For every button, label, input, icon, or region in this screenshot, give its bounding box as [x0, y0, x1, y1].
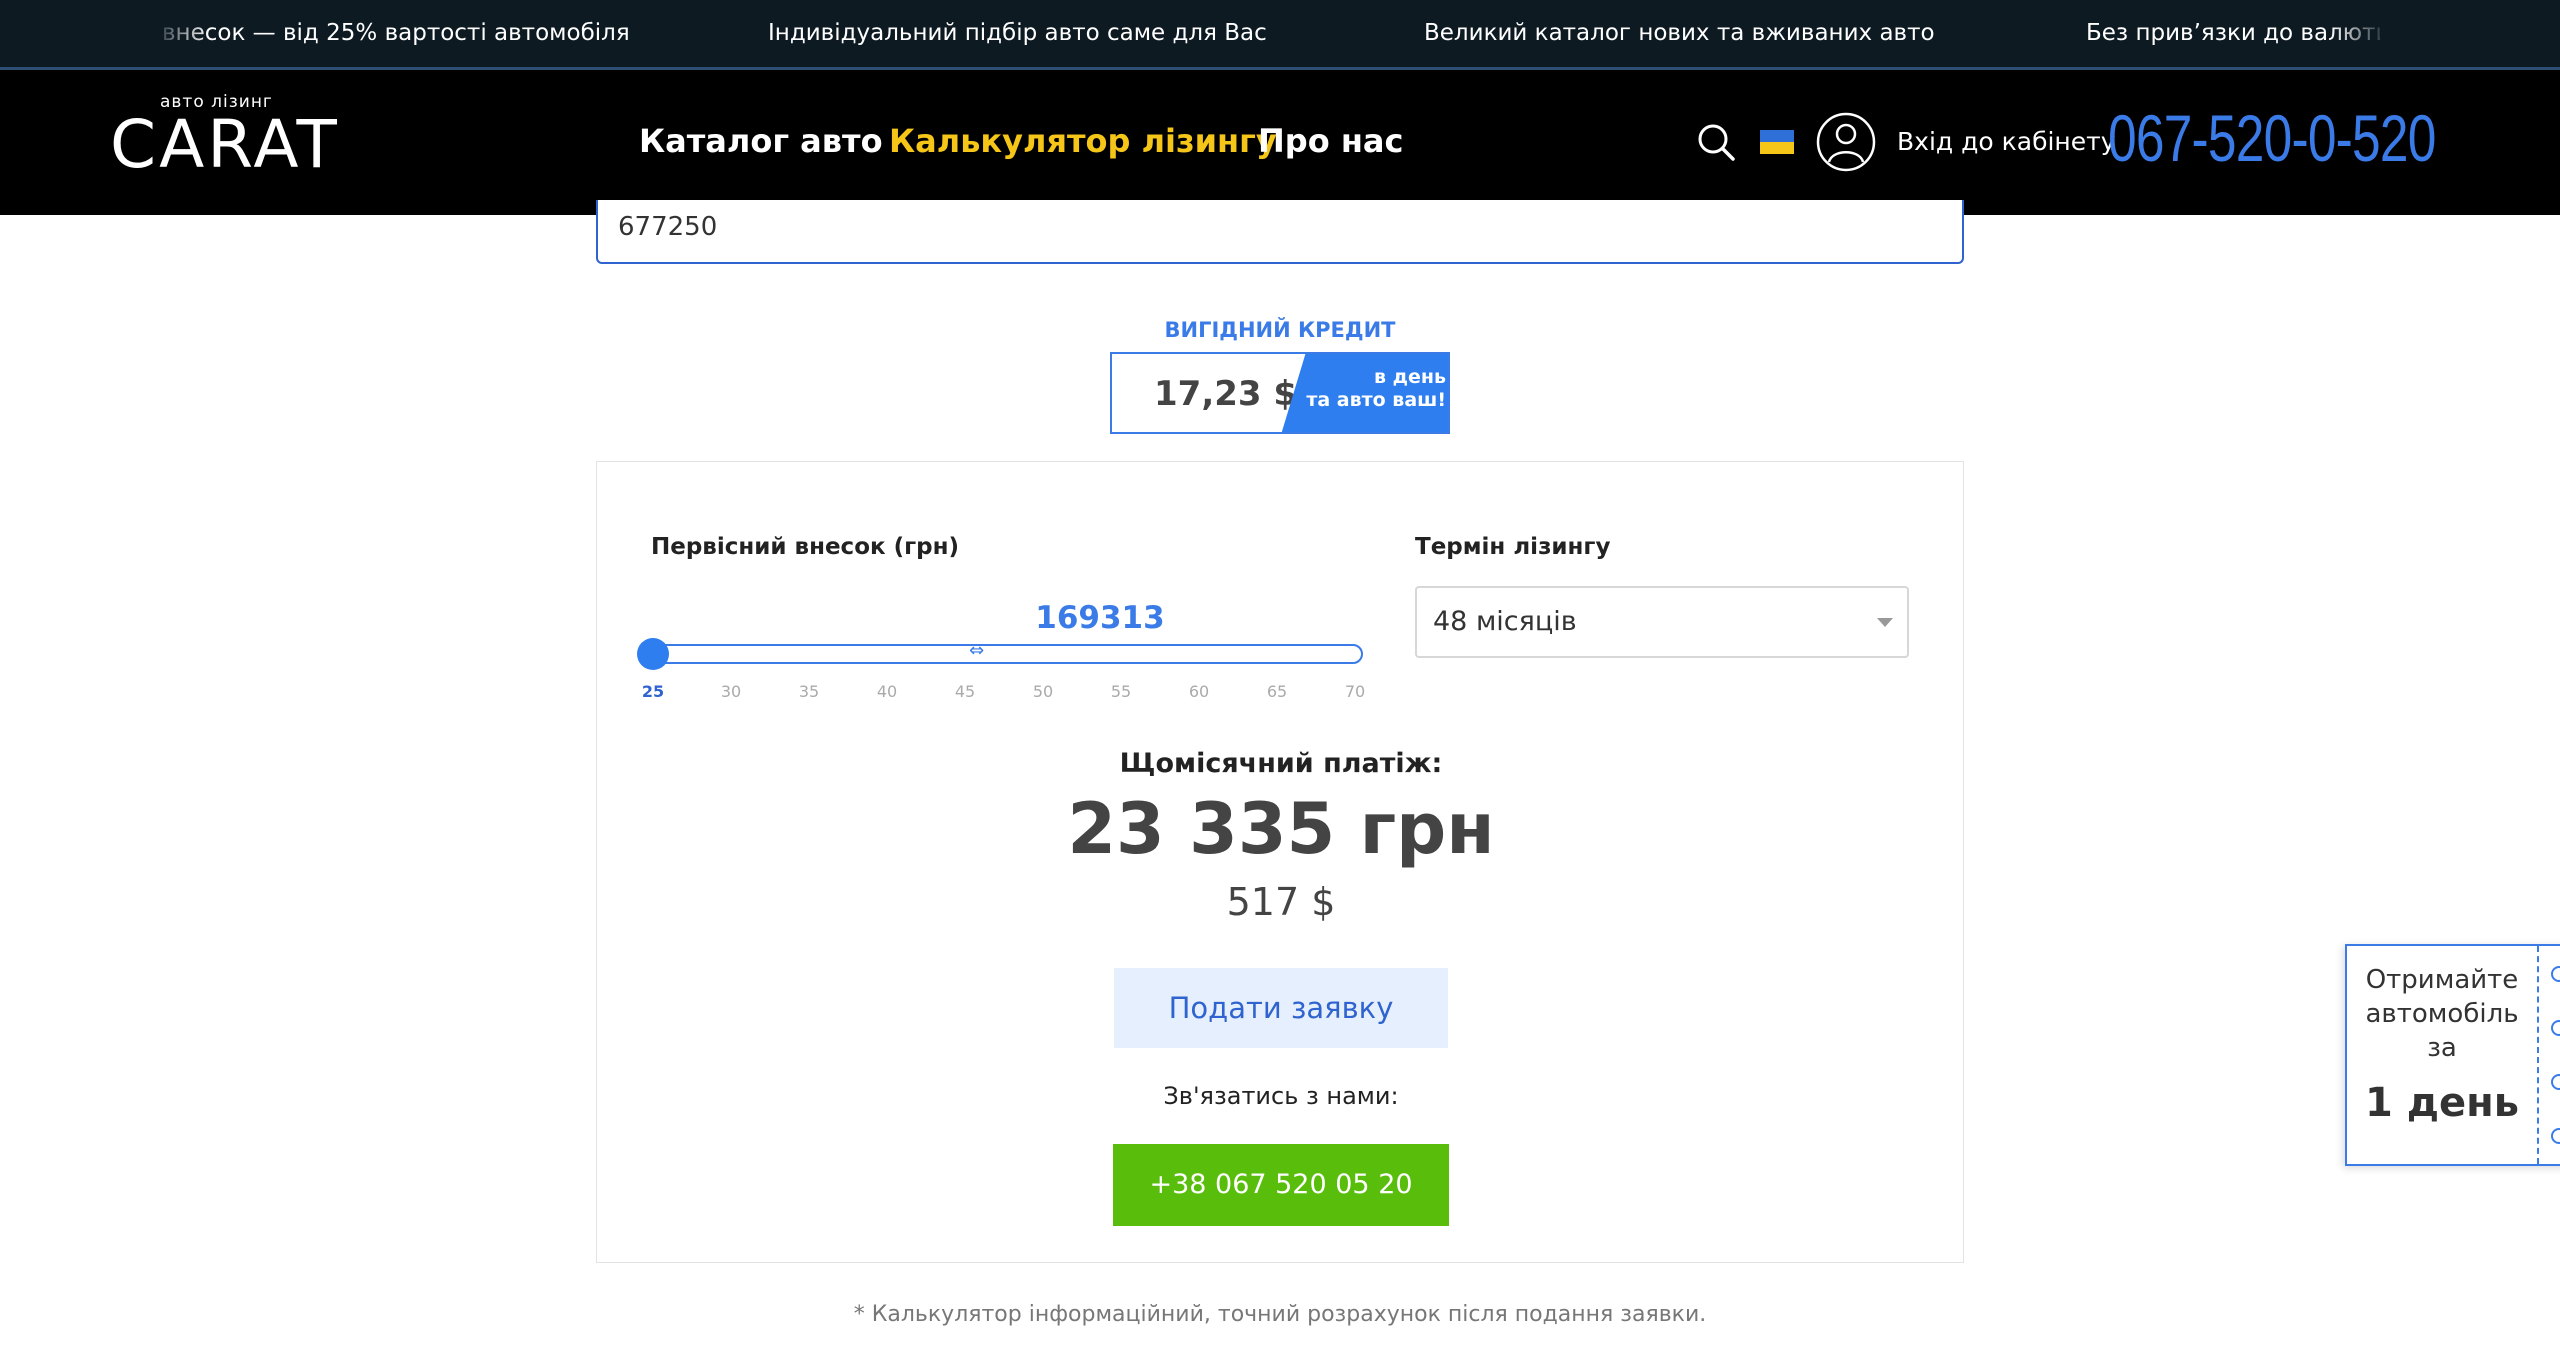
slider-tick: 45 [954, 682, 976, 701]
promo-widget[interactable]: Отримайте автомобіль за 1 день [2345, 944, 2560, 1166]
credit-label: ВИГІДНИЙ КРЕДИТ [1164, 318, 1396, 342]
ticket-hole-icon [2551, 1074, 2560, 1090]
down-payment-label: Первісний внесок (грн) [651, 534, 960, 560]
ticket-hole-icon [2551, 966, 2560, 982]
user-icon[interactable] [1816, 112, 1876, 172]
marquee-item: Індивідуальний підбір авто саме для Вас [768, 20, 1267, 46]
slider-tick: 65 [1266, 682, 1288, 701]
down-payment-slider-handle[interactable] [637, 638, 669, 670]
marquee-fade-right [2330, 0, 2390, 67]
marquee-item: внесок — від 25% вартості автомобіля [162, 20, 630, 46]
marquee-item: Великий каталог нових та вживаних авто [1424, 20, 1935, 46]
promo-day: 1 день [2364, 1080, 2520, 1126]
slider-tick: 70 [1344, 682, 1366, 701]
slider-tick: 55 [1110, 682, 1132, 701]
apply-button[interactable]: Подати заявку [1114, 968, 1448, 1048]
credit-badge: 17,23 $ в день та авто ваш! [1110, 352, 1450, 434]
drag-arrows-icon: ⇔ [969, 640, 985, 661]
monthly-payment-uah: 23 335 грн [1067, 788, 1495, 870]
promo-text: Отримайте автомобіль за [2365, 965, 2519, 1063]
login-link[interactable]: Вхід до кабінету [1897, 127, 2116, 156]
site-header: авто лізинг CARAT Каталог авто Калькулят… [0, 70, 2560, 215]
monthly-payment-label: Щомісячний платіж: [1119, 748, 1443, 779]
slider-tick: 25 [641, 682, 665, 701]
down-payment-value: 169313 [1035, 600, 1165, 636]
ukraine-flag-icon[interactable] [1760, 130, 1794, 154]
term-select[interactable]: 48 місяців [1415, 586, 1909, 658]
down-payment-slider-track[interactable] [651, 644, 1363, 664]
carat-logo[interactable]: авто лізинг CARAT [110, 92, 337, 192]
ticket-hole-icon [2551, 1128, 2560, 1144]
term-label: Термін лізингу [1415, 534, 1611, 560]
promo-marquee: внесок — від 25% вартості автомобіля Інд… [0, 0, 2560, 70]
nav-about[interactable]: Про нас [1258, 122, 1403, 160]
credit-side-line2: та авто ваш! [1306, 388, 1446, 411]
car-price-input[interactable]: 677250 [596, 200, 1964, 264]
credit-daily-value: 17,23 $ [1154, 374, 1298, 414]
slider-tick: 40 [876, 682, 898, 701]
header-phone[interactable]: 067-520-0-520 [2108, 100, 2436, 176]
slider-tick: 50 [1032, 682, 1054, 701]
nav-catalog[interactable]: Каталог авто [639, 122, 883, 160]
ticket-hole-icon [2551, 1020, 2560, 1036]
slider-tick: 30 [720, 682, 742, 701]
slider-tick: 60 [1188, 682, 1210, 701]
marquee-track: внесок — від 25% вартості автомобіля Інд… [162, 0, 2380, 67]
nav-leasing-calculator[interactable]: Калькулятор лізингу [889, 122, 1277, 160]
contact-label: Зв'язатись з нами: [1163, 1082, 1399, 1110]
promo-divider [2537, 946, 2539, 1164]
credit-side-line1: в день [1373, 366, 1446, 388]
chevron-down-icon [1877, 618, 1893, 627]
search-icon[interactable] [1696, 122, 1736, 162]
calculator-footnote: * Калькулятор інформаційний, точний розр… [853, 1302, 1707, 1327]
monthly-payment-usd: 517 $ [1226, 880, 1336, 924]
slider-tick: 35 [798, 682, 820, 701]
marquee-fade-left [150, 0, 210, 67]
credit-side-banner: в день та авто ваш! [1280, 354, 1448, 432]
contact-phone-button[interactable]: +38 067 520 05 20 [1113, 1144, 1449, 1226]
logo-wordmark: CARAT [110, 106, 340, 183]
leasing-calculator-card: Первісний внесок (грн) 169313 ⇔ 25 30 35 40… [596, 461, 1964, 1263]
term-select-value: 48 місяців [1433, 606, 1577, 637]
